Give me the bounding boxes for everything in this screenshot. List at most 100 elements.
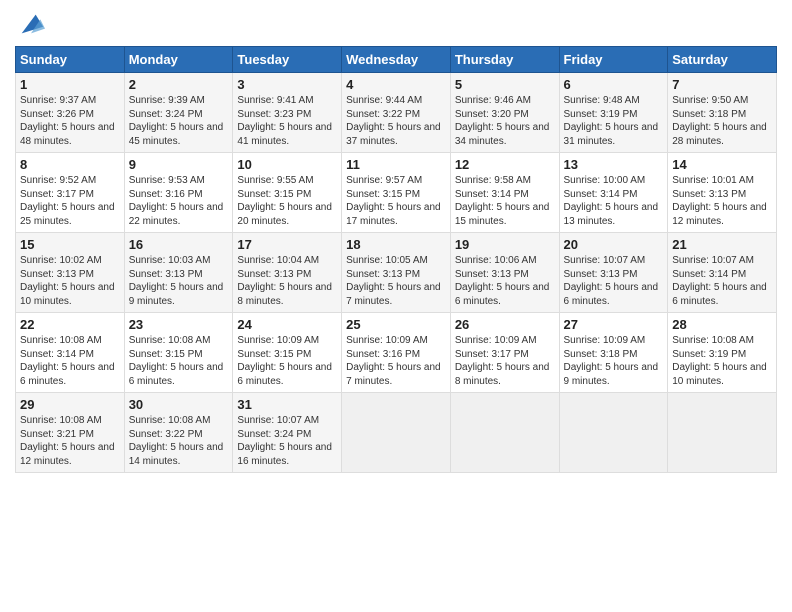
day-number: 23 (129, 317, 229, 332)
calendar-cell: 11 Sunrise: 9:57 AMSunset: 3:15 PMDaylig… (342, 153, 451, 233)
calendar-week-row: 8 Sunrise: 9:52 AMSunset: 3:17 PMDayligh… (16, 153, 777, 233)
calendar-week-row: 15 Sunrise: 10:02 AMSunset: 3:13 PMDayli… (16, 233, 777, 313)
calendar-cell: 10 Sunrise: 9:55 AMSunset: 3:15 PMDaylig… (233, 153, 342, 233)
day-info: Sunrise: 9:48 AMSunset: 3:19 PMDaylight:… (564, 95, 659, 147)
day-info: Sunrise: 10:09 AMSunset: 3:18 PMDaylight… (564, 335, 659, 387)
page-header (15, 10, 777, 38)
calendar-cell: 21 Sunrise: 10:07 AMSunset: 3:14 PMDayli… (668, 233, 777, 313)
calendar-cell: 31 Sunrise: 10:07 AMSunset: 3:24 PMDayli… (233, 393, 342, 473)
day-number: 31 (237, 397, 337, 412)
calendar-cell: 12 Sunrise: 9:58 AMSunset: 3:14 PMDaylig… (450, 153, 559, 233)
weekday-header: Thursday (450, 47, 559, 73)
day-number: 11 (346, 157, 446, 172)
day-number: 3 (237, 77, 337, 92)
day-number: 18 (346, 237, 446, 252)
calendar-cell: 7 Sunrise: 9:50 AMSunset: 3:18 PMDayligh… (668, 73, 777, 153)
day-info: Sunrise: 9:41 AMSunset: 3:23 PMDaylight:… (237, 95, 332, 147)
calendar-cell: 8 Sunrise: 9:52 AMSunset: 3:17 PMDayligh… (16, 153, 125, 233)
day-info: Sunrise: 9:39 AMSunset: 3:24 PMDaylight:… (129, 95, 224, 147)
day-number: 13 (564, 157, 664, 172)
calendar-cell: 26 Sunrise: 10:09 AMSunset: 3:17 PMDayli… (450, 313, 559, 393)
day-number: 27 (564, 317, 664, 332)
calendar-week-row: 29 Sunrise: 10:08 AMSunset: 3:21 PMDayli… (16, 393, 777, 473)
day-info: Sunrise: 9:58 AMSunset: 3:14 PMDaylight:… (455, 175, 550, 227)
day-info: Sunrise: 9:52 AMSunset: 3:17 PMDaylight:… (20, 175, 115, 227)
day-number: 6 (564, 77, 664, 92)
calendar-cell (559, 393, 668, 473)
calendar-cell (450, 393, 559, 473)
calendar-cell: 27 Sunrise: 10:09 AMSunset: 3:18 PMDayli… (559, 313, 668, 393)
calendar-cell: 29 Sunrise: 10:08 AMSunset: 3:21 PMDayli… (16, 393, 125, 473)
calendar-cell: 28 Sunrise: 10:08 AMSunset: 3:19 PMDayli… (668, 313, 777, 393)
day-info: Sunrise: 9:53 AMSunset: 3:16 PMDaylight:… (129, 175, 224, 227)
day-number: 14 (672, 157, 772, 172)
day-info: Sunrise: 10:07 AMSunset: 3:14 PMDaylight… (672, 255, 767, 307)
calendar-cell: 23 Sunrise: 10:08 AMSunset: 3:15 PMDayli… (124, 313, 233, 393)
calendar-cell: 13 Sunrise: 10:00 AMSunset: 3:14 PMDayli… (559, 153, 668, 233)
calendar-cell: 14 Sunrise: 10:01 AMSunset: 3:13 PMDayli… (668, 153, 777, 233)
day-info: Sunrise: 9:57 AMSunset: 3:15 PMDaylight:… (346, 175, 441, 227)
calendar-week-row: 22 Sunrise: 10:08 AMSunset: 3:14 PMDayli… (16, 313, 777, 393)
day-info: Sunrise: 9:55 AMSunset: 3:15 PMDaylight:… (237, 175, 332, 227)
day-info: Sunrise: 10:08 AMSunset: 3:19 PMDaylight… (672, 335, 767, 387)
day-info: Sunrise: 10:01 AMSunset: 3:13 PMDaylight… (672, 175, 767, 227)
calendar-cell: 17 Sunrise: 10:04 AMSunset: 3:13 PMDayli… (233, 233, 342, 313)
day-number: 10 (237, 157, 337, 172)
day-number: 1 (20, 77, 120, 92)
calendar-cell: 3 Sunrise: 9:41 AMSunset: 3:23 PMDayligh… (233, 73, 342, 153)
day-info: Sunrise: 10:07 AMSunset: 3:13 PMDaylight… (564, 255, 659, 307)
day-info: Sunrise: 9:44 AMSunset: 3:22 PMDaylight:… (346, 95, 441, 147)
calendar-cell (342, 393, 451, 473)
day-number: 4 (346, 77, 446, 92)
day-number: 15 (20, 237, 120, 252)
day-number: 21 (672, 237, 772, 252)
logo-icon (17, 10, 45, 38)
day-info: Sunrise: 10:08 AMSunset: 3:21 PMDaylight… (20, 415, 115, 467)
page-container: SundayMondayTuesdayWednesdayThursdayFrid… (0, 0, 792, 483)
day-info: Sunrise: 10:05 AMSunset: 3:13 PMDaylight… (346, 255, 441, 307)
day-number: 25 (346, 317, 446, 332)
day-number: 17 (237, 237, 337, 252)
calendar-cell: 30 Sunrise: 10:08 AMSunset: 3:22 PMDayli… (124, 393, 233, 473)
calendar-cell: 9 Sunrise: 9:53 AMSunset: 3:16 PMDayligh… (124, 153, 233, 233)
calendar-cell: 22 Sunrise: 10:08 AMSunset: 3:14 PMDayli… (16, 313, 125, 393)
calendar-table: SundayMondayTuesdayWednesdayThursdayFrid… (15, 46, 777, 473)
day-number: 26 (455, 317, 555, 332)
weekday-header: Friday (559, 47, 668, 73)
day-info: Sunrise: 9:46 AMSunset: 3:20 PMDaylight:… (455, 95, 550, 147)
weekday-header: Saturday (668, 47, 777, 73)
day-info: Sunrise: 10:08 AMSunset: 3:15 PMDaylight… (129, 335, 224, 387)
day-info: Sunrise: 10:09 AMSunset: 3:15 PMDaylight… (237, 335, 332, 387)
calendar-cell: 15 Sunrise: 10:02 AMSunset: 3:13 PMDayli… (16, 233, 125, 313)
day-info: Sunrise: 10:08 AMSunset: 3:14 PMDaylight… (20, 335, 115, 387)
day-number: 8 (20, 157, 120, 172)
calendar-cell: 4 Sunrise: 9:44 AMSunset: 3:22 PMDayligh… (342, 73, 451, 153)
day-info: Sunrise: 9:50 AMSunset: 3:18 PMDaylight:… (672, 95, 767, 147)
weekday-header: Monday (124, 47, 233, 73)
day-number: 19 (455, 237, 555, 252)
weekday-header: Sunday (16, 47, 125, 73)
day-number: 20 (564, 237, 664, 252)
day-number: 7 (672, 77, 772, 92)
calendar-cell: 6 Sunrise: 9:48 AMSunset: 3:19 PMDayligh… (559, 73, 668, 153)
calendar-cell: 19 Sunrise: 10:06 AMSunset: 3:13 PMDayli… (450, 233, 559, 313)
day-number: 9 (129, 157, 229, 172)
day-info: Sunrise: 10:08 AMSunset: 3:22 PMDaylight… (129, 415, 224, 467)
calendar-cell (668, 393, 777, 473)
calendar-week-row: 1 Sunrise: 9:37 AMSunset: 3:26 PMDayligh… (16, 73, 777, 153)
day-number: 5 (455, 77, 555, 92)
calendar-cell: 5 Sunrise: 9:46 AMSunset: 3:20 PMDayligh… (450, 73, 559, 153)
day-number: 24 (237, 317, 337, 332)
day-info: Sunrise: 10:09 AMSunset: 3:16 PMDaylight… (346, 335, 441, 387)
calendar-cell: 18 Sunrise: 10:05 AMSunset: 3:13 PMDayli… (342, 233, 451, 313)
calendar-cell: 25 Sunrise: 10:09 AMSunset: 3:16 PMDayli… (342, 313, 451, 393)
calendar-header-row: SundayMondayTuesdayWednesdayThursdayFrid… (16, 47, 777, 73)
day-info: Sunrise: 10:03 AMSunset: 3:13 PMDaylight… (129, 255, 224, 307)
weekday-header: Wednesday (342, 47, 451, 73)
day-info: Sunrise: 10:09 AMSunset: 3:17 PMDaylight… (455, 335, 550, 387)
day-info: Sunrise: 9:37 AMSunset: 3:26 PMDaylight:… (20, 95, 115, 147)
day-number: 16 (129, 237, 229, 252)
day-info: Sunrise: 10:07 AMSunset: 3:24 PMDaylight… (237, 415, 332, 467)
day-number: 30 (129, 397, 229, 412)
calendar-cell: 20 Sunrise: 10:07 AMSunset: 3:13 PMDayli… (559, 233, 668, 313)
